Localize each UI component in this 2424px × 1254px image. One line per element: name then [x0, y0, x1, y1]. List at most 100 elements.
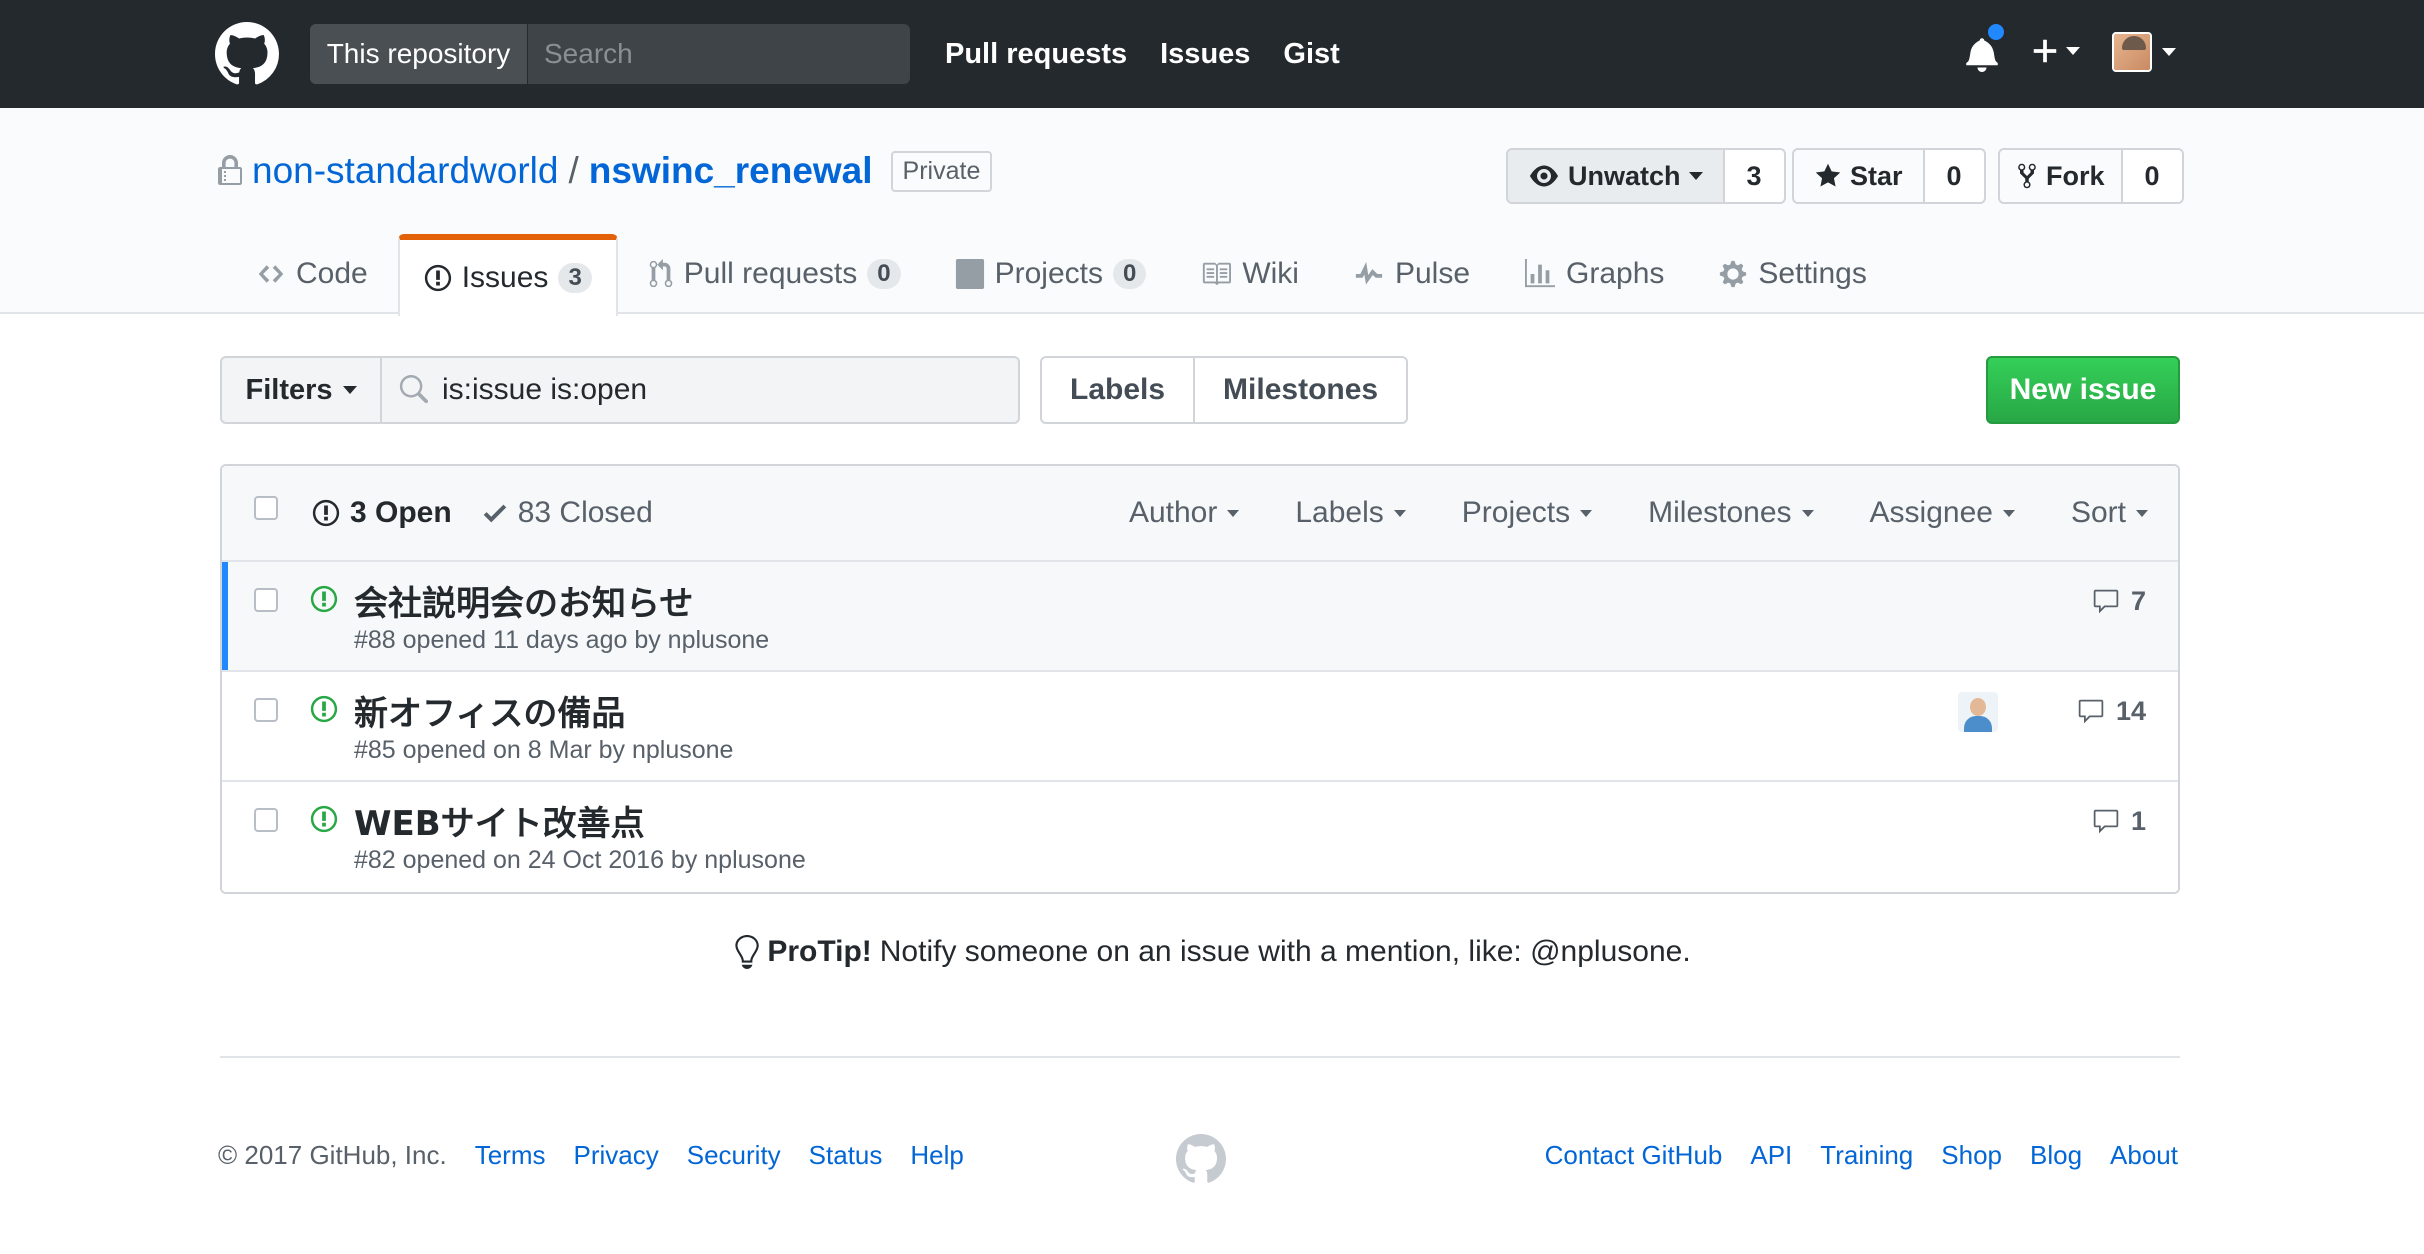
projects-filter-dropdown[interactable]: Projects [1461, 496, 1593, 530]
site-search: This repository [310, 24, 910, 84]
comments-link[interactable]: 14 [2076, 696, 2146, 727]
nav-issues[interactable]: Issues [1160, 30, 1250, 78]
book-icon [1200, 259, 1232, 289]
footer-divider [220, 1056, 2180, 1058]
avatar [2112, 32, 2152, 72]
list-filter-menus: Author Labels Projects Milestones Assign… [1129, 496, 2148, 530]
tab-label: Pulse [1394, 257, 1471, 290]
footer-link-blog[interactable]: Blog [2030, 1140, 2082, 1171]
global-nav: Pull requests Issues Gist [945, 30, 1340, 78]
tab-issues[interactable]: Issues 3 [397, 234, 618, 316]
tab-pull-requests[interactable]: Pull requests 0 [624, 234, 925, 314]
filters-dropdown-button[interactable]: Filters [220, 356, 382, 424]
footer-link-privacy[interactable]: Privacy [574, 1140, 659, 1171]
repo-name-link[interactable]: nswinc_renewal [589, 150, 873, 192]
closed-count-label: 83 Closed [517, 496, 653, 529]
chevron-down-icon [1227, 509, 1240, 517]
nav-pull-requests[interactable]: Pull requests [945, 30, 1127, 78]
tab-label: Graphs [1566, 257, 1665, 290]
star-button[interactable]: Star [1792, 148, 1925, 204]
open-issues-link[interactable]: 3 Open [312, 496, 452, 530]
project-icon [955, 259, 985, 289]
open-count-label: 3 Open [350, 496, 452, 529]
unread-notification-indicator [1986, 22, 2006, 42]
chevron-down-icon [2162, 48, 2176, 56]
comment-count: 7 [2130, 586, 2146, 616]
labels-filter-dropdown[interactable]: Labels [1295, 496, 1406, 530]
issue-title-link[interactable]: WEBサイト改善点 [354, 796, 645, 845]
github-logo-icon[interactable] [215, 22, 279, 86]
tab-label: Settings [1758, 257, 1867, 290]
chevron-down-icon [2136, 509, 2148, 517]
footer-link-training[interactable]: Training [1820, 1140, 1913, 1171]
sort-label: Sort [2070, 496, 2126, 529]
star-group: Star 0 [1792, 148, 1986, 204]
nav-gist[interactable]: Gist [1283, 30, 1339, 78]
stargazers-count[interactable]: 0 [1924, 148, 1986, 204]
tab-wiki[interactable]: Wiki [1176, 234, 1323, 314]
issue-title-link[interactable]: 会社説明会のお知らせ [354, 576, 693, 625]
footer-link-help[interactable]: Help [910, 1140, 963, 1171]
footer-link-api[interactable]: API [1750, 1140, 1792, 1171]
github-mark-icon[interactable] [1176, 1134, 1226, 1184]
assignee-filter-dropdown[interactable]: Assignee [1870, 496, 2015, 530]
graph-icon [1524, 259, 1556, 289]
repo-header: non-standardworld / nswinc_renewal Priva… [0, 108, 2424, 316]
tab-pulse[interactable]: Pulse [1329, 234, 1494, 314]
labels-button[interactable]: Labels [1040, 356, 1196, 424]
tab-settings[interactable]: Settings [1694, 234, 1890, 314]
issue-checkbox[interactable] [254, 808, 278, 832]
issue-search-input[interactable] [442, 373, 1002, 407]
projects-filter-label: Projects [1461, 496, 1571, 529]
issue-meta: #85 opened on 8 Mar by nplusone [354, 736, 734, 764]
repo-path-separator: / [568, 150, 579, 191]
footer-link-security[interactable]: Security [687, 1140, 781, 1171]
tab-projects[interactable]: Projects 0 [931, 234, 1171, 314]
comment-count: 1 [2130, 806, 2146, 836]
plus-icon [2030, 36, 2060, 66]
issue-title-link[interactable]: 新オフィスの備品 [354, 686, 625, 735]
sort-dropdown[interactable]: Sort [2071, 496, 2148, 530]
repo-owner-link[interactable]: non-standardworld [252, 150, 558, 192]
filters-label: Filters [245, 373, 333, 406]
chevron-down-icon [1801, 509, 1814, 517]
chevron-down-icon [2066, 47, 2080, 55]
pull-requests-count-badge: 0 [867, 259, 901, 289]
issue-checkbox[interactable] [254, 588, 278, 612]
tab-code[interactable]: Code [232, 234, 392, 314]
search-input[interactable] [528, 24, 910, 84]
search-scope-label: This repository [310, 24, 528, 84]
comments-link[interactable]: 1 [2091, 806, 2146, 837]
footer-link-contact[interactable]: Contact GitHub [1545, 1140, 1723, 1171]
new-issue-button[interactable]: New issue [1986, 356, 2180, 424]
tab-label: Wiki [1242, 257, 1299, 290]
issue-checkbox[interactable] [254, 698, 278, 722]
footer-link-terms[interactable]: Terms [475, 1140, 546, 1171]
fork-label: Fork [2046, 160, 2105, 191]
tab-label: Projects [994, 257, 1103, 290]
tab-graphs[interactable]: Graphs [1500, 234, 1688, 314]
footer-right: Contact GitHub API Training Shop Blog Ab… [1545, 1140, 2178, 1171]
milestones-button[interactable]: Milestones [1195, 356, 1409, 424]
chevron-down-icon [2002, 509, 2015, 517]
issue-opened-icon [310, 694, 338, 724]
fork-button[interactable]: Fork [1998, 148, 2123, 204]
milestones-filter-dropdown[interactable]: Milestones [1648, 496, 1814, 530]
repo-title: non-standardworld / nswinc_renewal Priva… [218, 150, 993, 192]
assignee-filter-label: Assignee [1869, 496, 1993, 529]
forks-count[interactable]: 0 [2122, 148, 2184, 204]
star-icon [1814, 162, 1842, 190]
closed-issues-link[interactable]: 83 Closed [482, 496, 653, 530]
create-new-dropdown[interactable] [2030, 36, 2080, 66]
comments-link[interactable]: 7 [2091, 586, 2146, 617]
author-filter-dropdown[interactable]: Author [1129, 496, 1240, 530]
user-menu-dropdown[interactable] [2112, 32, 2176, 72]
watchers-count[interactable]: 3 [1724, 148, 1786, 204]
tab-label: Code [296, 257, 368, 290]
select-all-checkbox[interactable] [254, 496, 278, 520]
assignee-avatar[interactable] [1958, 692, 1998, 732]
unwatch-button[interactable]: Unwatch [1506, 148, 1725, 204]
footer-link-about[interactable]: About [2110, 1140, 2178, 1171]
footer-link-status[interactable]: Status [809, 1140, 883, 1171]
footer-link-shop[interactable]: Shop [1941, 1140, 2002, 1171]
